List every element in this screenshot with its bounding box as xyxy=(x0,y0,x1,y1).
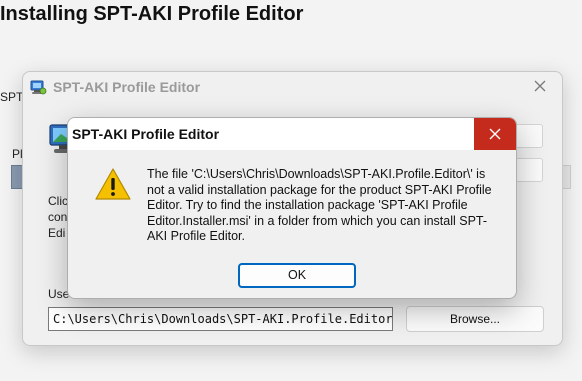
close-icon[interactable] xyxy=(532,78,548,94)
editor-window-title: SPT-AKI Profile Editor xyxy=(53,79,201,95)
install-path-input[interactable]: C:\Users\Chris\Downloads\SPT-AKI.Profile… xyxy=(48,307,393,331)
editor-window-titlebar[interactable]: SPT-AKI Profile Editor xyxy=(23,72,562,102)
close-icon xyxy=(489,128,501,140)
editor-text-fragment: Clic xyxy=(48,194,68,208)
browse-button[interactable]: Browse... xyxy=(406,306,544,332)
editor-text-fragment: Edi xyxy=(48,226,66,240)
background-window-title: Installing SPT-AKI Profile Editor xyxy=(0,3,304,25)
background-text-fragment: SPT xyxy=(0,90,24,104)
error-dialog-title: SPT-AKI Profile Editor xyxy=(72,126,220,142)
error-dialog-titlebar[interactable]: SPT-AKI Profile Editor xyxy=(68,118,516,150)
warning-icon xyxy=(95,168,131,200)
error-message: The file 'C:\Users\Chris\Downloads\SPT-A… xyxy=(147,167,492,243)
editor-text-fragment: con xyxy=(48,210,68,224)
error-dialog: SPT-AKI Profile Editor The file 'C:\User… xyxy=(67,117,517,299)
installer-icon xyxy=(30,80,47,95)
ok-button[interactable]: OK xyxy=(238,263,356,288)
dialog-close-button[interactable] xyxy=(474,118,516,150)
